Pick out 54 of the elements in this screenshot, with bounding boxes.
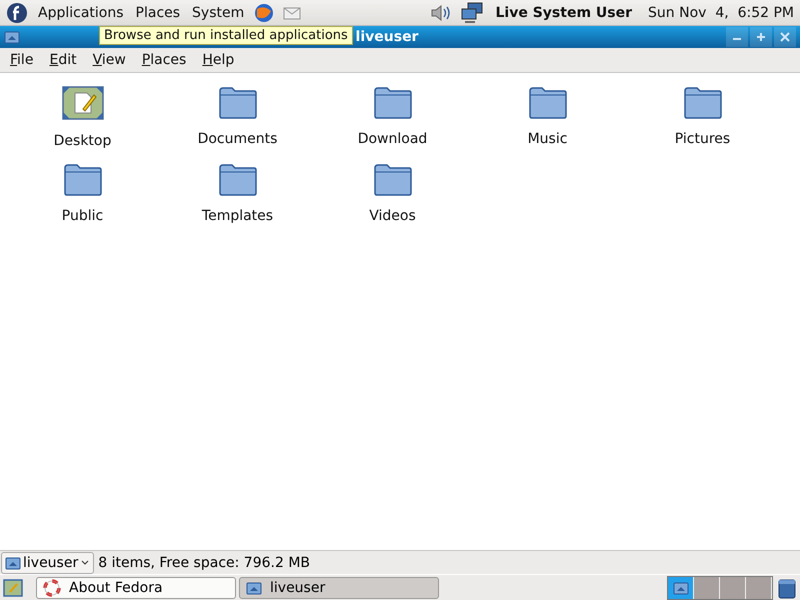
menu-item[interactable]: Places [134,52,194,68]
chevron-down-icon [80,558,90,566]
globe-icon[interactable] [254,2,274,22]
close-button[interactable] [774,27,796,47]
workspace[interactable] [746,576,772,598]
minimize-button[interactable] [726,27,748,47]
panel-menu[interactable]: System [190,4,246,20]
file-name[interactable]: Desktop [54,133,112,149]
window-title: liveuser [356,29,418,45]
workspace-switcher[interactable] [667,576,773,600]
workspace[interactable] [668,576,694,598]
menu-item[interactable]: Edit [41,52,85,68]
workspace[interactable] [694,576,720,598]
panel-menu[interactable]: Applications [36,4,126,20]
maximize-button[interactable] [750,27,772,47]
taskbar-button[interactable]: liveuser [239,576,439,598]
tooltip: Browse and run installed applications [99,26,353,45]
taskbar-button[interactable]: About Fedora [36,576,236,598]
folder-icon [62,162,102,196]
fedora-logo-icon[interactable] [6,2,28,24]
show-desktop-icon[interactable] [2,576,24,598]
file-name[interactable]: Pictures [674,131,730,147]
file-name[interactable]: Templates [202,208,274,224]
folder-icon [372,162,412,196]
menu-item[interactable]: View [84,52,134,68]
folder-icon [528,85,568,119]
file-name[interactable]: Public [62,208,104,224]
folder-icon [218,85,258,119]
workspace[interactable] [720,576,746,598]
file-name[interactable]: Videos [369,208,416,224]
file-name[interactable]: Download [358,131,428,147]
clock[interactable]: Sun Nov 4, 6:52 PM [648,4,794,20]
desktop-icon [60,85,104,121]
file-name[interactable]: Documents [198,131,278,147]
network-icon[interactable] [460,2,484,24]
trash-icon[interactable] [776,576,798,598]
close-icon [780,32,790,42]
folder-icon [372,85,412,119]
plus-icon [756,32,766,42]
home-folder-icon [246,580,262,594]
home-folder-icon [5,556,21,570]
user-name[interactable]: Live System User [496,4,632,20]
status-text: 8 items, Free space: 796.2 MB [98,554,310,570]
file-name[interactable]: Music [528,131,568,147]
lifebuoy-icon [43,578,61,596]
panel-menu[interactable]: Places [134,4,182,20]
menu-item[interactable]: File [2,52,42,68]
location-dropdown[interactable]: liveuser [1,552,94,574]
window-thumbnail-icon [672,580,688,594]
speaker-icon[interactable] [430,2,452,22]
window-icon[interactable] [4,30,20,44]
menu-item[interactable]: Help [194,52,242,68]
folder-icon [682,85,722,119]
folder-icon [218,162,258,196]
